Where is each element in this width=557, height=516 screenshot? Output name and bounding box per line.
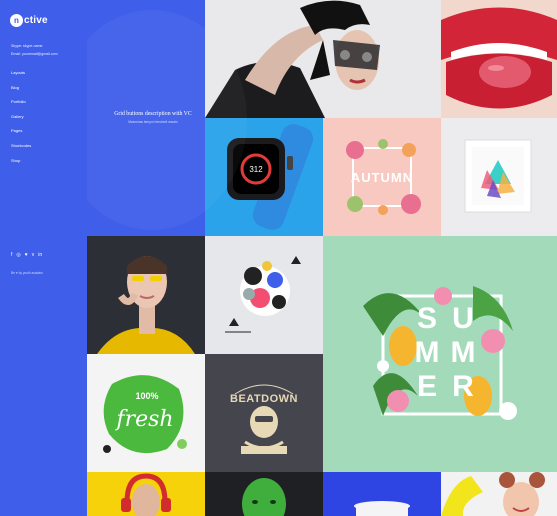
tile-geometric[interactable] (205, 236, 323, 354)
copyright-text: Be ♥ by youth asadam (11, 271, 43, 275)
tile-kid-yellow[interactable] (441, 472, 557, 516)
portrait-yellow-image (87, 236, 205, 354)
instagram-icon[interactable]: ◎ (16, 252, 20, 258)
tile-summer[interactable]: S U M M E R (323, 236, 557, 472)
summer-letter-m1: M (415, 336, 440, 369)
nav-item-pages[interactable]: Pages (11, 128, 31, 143)
beatdown-text: BEATDOWN (230, 393, 298, 405)
site-logo[interactable]: n ctive (10, 12, 48, 28)
autumn-image: AUTUMN (323, 118, 441, 236)
main-menu: Layouts Blog Portfolio Gallery Pages Sho… (11, 70, 31, 172)
watch-time: 312 (249, 165, 263, 174)
beatdown-image: BEATDOWN (205, 354, 323, 472)
summer-image: S U M M E R (323, 236, 557, 472)
logo-text: ctive (24, 14, 48, 26)
tile-headphones[interactable] (87, 472, 205, 516)
vimeo-icon[interactable]: v (32, 252, 35, 258)
summer-letter-r: R (452, 370, 474, 403)
green-face-image (205, 472, 323, 516)
nav-item-portfolio[interactable]: Portfolio (11, 99, 31, 114)
nav-item-layouts[interactable]: Layouts (11, 70, 31, 85)
contact-phone: Skype: skype-name (11, 44, 43, 48)
facebook-icon[interactable]: f (11, 252, 12, 258)
tile-green-face[interactable] (205, 472, 323, 516)
contact-email: Email: youremail@gmail.com (11, 51, 58, 56)
tile-portrait-yellow[interactable] (87, 236, 205, 354)
sidebar: n ctive Skype: skype-name Email: yourema… (0, 0, 87, 516)
nav-item-shortcodes[interactable]: Shortcodes (11, 143, 31, 158)
tile-blue-cup[interactable] (323, 472, 441, 516)
tile-frame-art[interactable] (441, 118, 557, 236)
logo-mark: n (10, 13, 23, 27)
contact-info: Skype: skype-name Email: youremail@gmail… (11, 43, 58, 58)
lips-image (441, 0, 557, 118)
social-links: f ◎ ♥ v in (11, 252, 42, 258)
tile-autumn[interactable]: AUTUMN (323, 118, 441, 236)
twitter-icon[interactable]: ♥ (25, 252, 28, 258)
fresh-percent: 100% (135, 391, 158, 401)
geometric-image (205, 236, 323, 354)
linkedin-icon[interactable]: in (38, 252, 42, 258)
tile-lips[interactable] (441, 0, 557, 118)
tile-fresh[interactable]: 100% fresh (87, 354, 205, 472)
nav-item-gallery[interactable]: Gallery (11, 114, 31, 129)
summer-letter-u: U (452, 302, 474, 335)
fresh-image: 100% fresh (87, 354, 205, 472)
hero-title: Grid buttons description with VC (114, 111, 192, 117)
fresh-text: fresh (114, 407, 173, 432)
summer-letter-m2: M (451, 336, 476, 369)
summer-letter-e: E (417, 370, 437, 403)
headphones-image (87, 472, 205, 516)
nav-item-shop[interactable]: Shop (11, 158, 31, 173)
nav-item-blog[interactable]: Blog (11, 85, 31, 100)
autumn-text: AUTUMN (351, 170, 413, 185)
blue-cup-image (323, 472, 441, 516)
kid-yellow-image (441, 472, 557, 516)
hero-panel (57, 0, 247, 236)
hero-subtitle: Maecenas tempor hendrerit mauris (128, 120, 178, 124)
frame-art-image (441, 118, 557, 236)
summer-letter-s: S (417, 302, 437, 335)
tile-beatdown[interactable]: BEATDOWN (205, 354, 323, 472)
